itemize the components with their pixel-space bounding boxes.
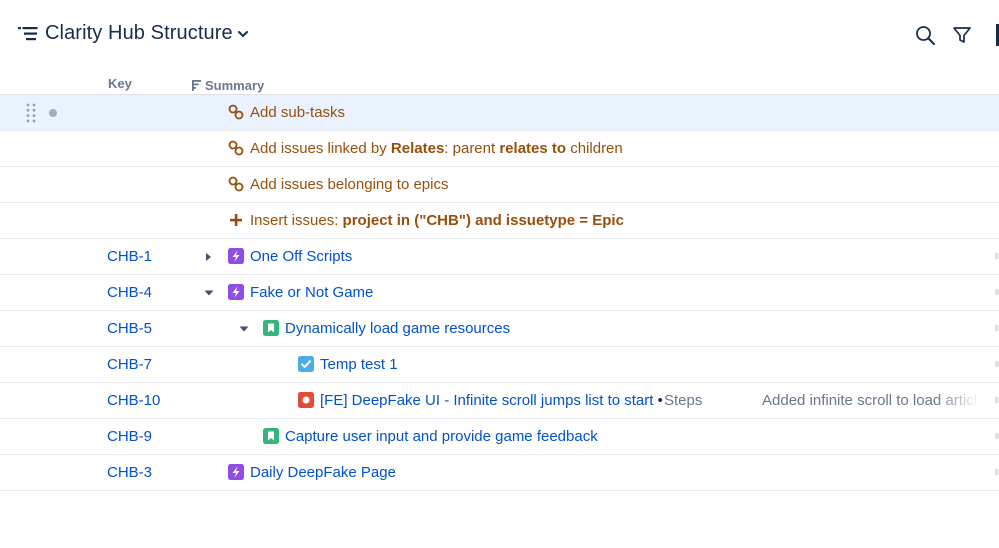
row-edge-mark xyxy=(995,253,999,259)
filter-icon[interactable] xyxy=(951,24,973,46)
column-header-summary[interactable]: Summary xyxy=(192,76,264,94)
row-edge-mark xyxy=(995,469,999,475)
structure-header: Clarity Hub Structure xyxy=(0,0,999,70)
issue-summary[interactable]: Capture user input and provide game feed… xyxy=(285,428,598,445)
row-edge-mark xyxy=(995,361,999,367)
generator-row[interactable]: Add issues belonging to epics xyxy=(0,167,999,203)
generator-row[interactable]: Add sub-tasks xyxy=(0,94,999,131)
epic-icon xyxy=(228,284,244,300)
row-edge-mark xyxy=(995,433,999,439)
issue-row[interactable]: CHB-9 Capture user input and provide gam… xyxy=(0,419,999,455)
issue-row[interactable]: CHB-10 [FE] DeepFake UI - Infinite scrol… xyxy=(0,383,999,419)
issue-row[interactable]: CHB-4 Fake or Not Game xyxy=(0,275,999,311)
expand-icon[interactable] xyxy=(204,252,214,262)
issue-summary[interactable]: Daily DeepFake Page xyxy=(250,464,396,481)
plus-icon xyxy=(230,214,242,226)
story-icon xyxy=(263,428,279,444)
issue-key[interactable]: CHB-1 xyxy=(107,248,152,265)
link-icon xyxy=(228,176,244,192)
issue-key[interactable]: CHB-10 xyxy=(107,392,160,409)
issue-key[interactable]: CHB-4 xyxy=(107,284,152,301)
hierarchy-sort-icon xyxy=(192,79,201,91)
generator-label: Add issues linked by Relates: parent rel… xyxy=(250,140,623,157)
issue-summary-text: [FE] DeepFake UI - Infinite scroll jumps… xyxy=(320,392,654,409)
issue-row[interactable]: CHB-3 Daily DeepFake Page xyxy=(0,455,999,491)
link-icon xyxy=(228,140,244,156)
generator-row[interactable]: Insert issues: project in ("CHB") and is… xyxy=(0,203,999,239)
link-icon xyxy=(228,104,244,120)
column-header-summary-label: Summary xyxy=(205,77,265,93)
issue-summary[interactable]: Temp test 1 xyxy=(320,356,398,373)
row-edge-mark xyxy=(995,325,999,331)
row-edge-mark xyxy=(995,289,999,295)
epic-icon xyxy=(228,248,244,264)
description-field: Added infinite scroll to load articles xyxy=(762,392,980,409)
collapse-icon[interactable] xyxy=(204,288,214,298)
issue-summary[interactable]: One Off Scripts xyxy=(250,248,352,265)
issue-key[interactable]: CHB-3 xyxy=(107,464,152,481)
issue-summary[interactable]: Fake or Not Game xyxy=(250,284,373,301)
issue-key[interactable]: CHB-7 xyxy=(107,356,152,373)
issue-summary[interactable]: Dynamically load game resources xyxy=(285,320,510,337)
column-header-key[interactable]: Key xyxy=(108,76,132,94)
issue-row[interactable]: CHB-7 Temp test 1 xyxy=(0,347,999,383)
story-icon xyxy=(263,320,279,336)
structure-grid: Add sub-tasks Add issues linked by Relat… xyxy=(0,94,999,491)
drag-handle-icon[interactable] xyxy=(26,103,36,123)
generator-label: Insert issues: project in ("CHB") and is… xyxy=(250,212,624,229)
search-icon[interactable] xyxy=(914,24,936,46)
summary-separator: • xyxy=(657,392,663,409)
steps-field: Steps xyxy=(664,392,703,409)
row-indicator-dot xyxy=(49,109,57,117)
row-edge-mark xyxy=(995,397,999,403)
chevron-down-icon xyxy=(237,30,248,37)
issue-key[interactable]: CHB-5 xyxy=(107,320,152,337)
issue-key[interactable]: CHB-9 xyxy=(107,428,152,445)
issue-summary[interactable]: [FE] DeepFake UI - Infinite scroll jumps… xyxy=(320,392,663,409)
bug-icon xyxy=(298,392,314,408)
collapse-icon[interactable] xyxy=(239,324,249,334)
generator-row[interactable]: Add issues linked by Relates: parent rel… xyxy=(0,131,999,167)
generator-label: Add issues belonging to epics xyxy=(250,176,449,193)
structure-icon xyxy=(18,26,38,40)
issue-row[interactable]: CHB-1 One Off Scripts xyxy=(0,239,999,275)
structure-selector[interactable]: Clarity Hub Structure xyxy=(18,22,248,45)
task-icon xyxy=(298,356,314,372)
structure-title: Clarity Hub Structure xyxy=(45,22,233,44)
generator-label: Add sub-tasks xyxy=(250,104,346,121)
epic-icon xyxy=(228,464,244,480)
issue-row[interactable]: CHB-5 Dynamically load game resources xyxy=(0,311,999,347)
